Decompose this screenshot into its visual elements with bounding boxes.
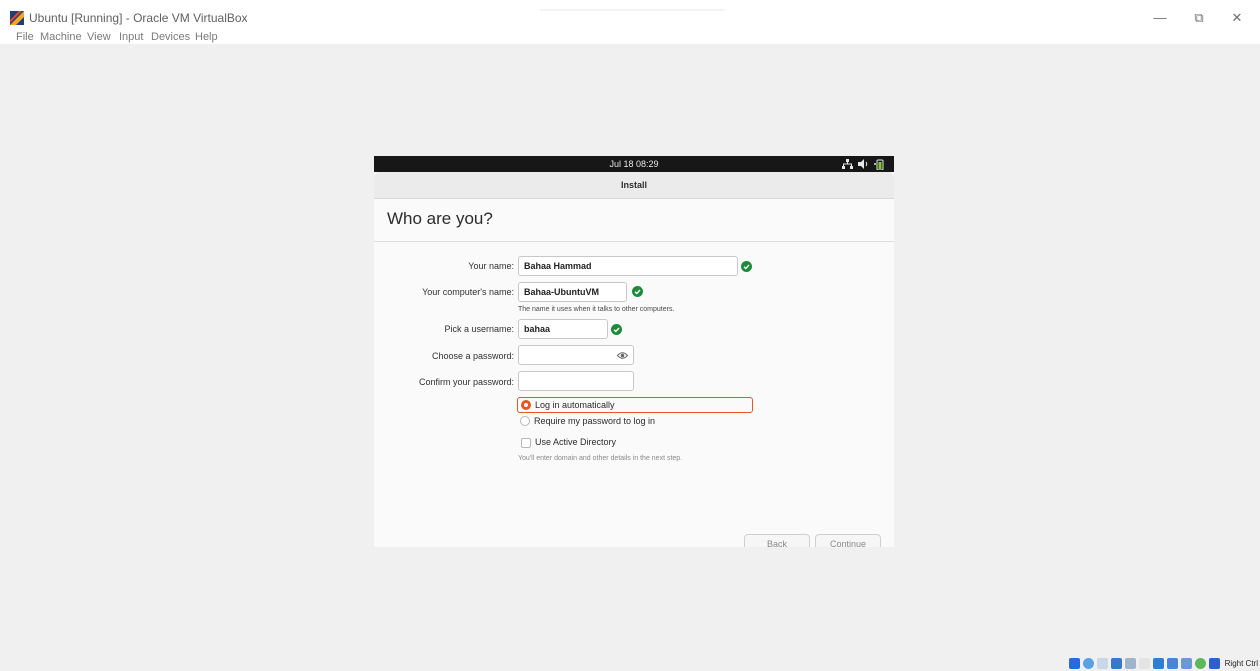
radio-selected-icon <box>521 400 531 410</box>
name-label: Your name: <box>468 261 514 271</box>
username-value: bahaa <box>524 324 551 334</box>
divider <box>374 241 894 242</box>
audio-icon[interactable] <box>1096 657 1108 669</box>
restore-button[interactable]: ⧉ <box>1189 8 1209 28</box>
recording-icon[interactable] <box>1166 657 1178 669</box>
menu-help[interactable]: Help <box>195 30 218 44</box>
computer-name-value: Bahaa-UbuntuVM <box>524 287 599 297</box>
valid-check-icon <box>632 286 643 297</box>
virtualbox-icon <box>10 11 24 25</box>
valid-check-icon <box>741 261 752 272</box>
login-require-label: Require my password to log in <box>534 416 656 426</box>
menu-input[interactable]: Input <box>119 30 143 44</box>
password-field[interactable] <box>518 345 634 365</box>
radio-unselected-icon <box>520 416 530 426</box>
password-label: Choose a password: <box>431 351 514 361</box>
menu-machine[interactable]: Machine <box>40 30 82 44</box>
show-password-icon[interactable] <box>617 350 628 361</box>
battery-icon <box>874 159 884 170</box>
username-field[interactable]: bahaa <box>518 319 608 339</box>
page-title: Who are you? <box>387 209 493 228</box>
window-titlebar: Ubuntu [Running] - Oracle VM VirtualBox … <box>0 0 1260 30</box>
confirm-password-field[interactable] <box>518 371 634 391</box>
system-tray[interactable] <box>842 158 884 170</box>
keyboard-capture-icon[interactable] <box>1208 657 1220 669</box>
login-auto-option[interactable]: Log in automatically <box>517 397 753 413</box>
usb-icon[interactable] <box>1124 657 1136 669</box>
computer-name-field[interactable]: Bahaa-UbuntuVM <box>518 282 627 302</box>
minimize-button[interactable]: — <box>1150 8 1170 28</box>
continue-button[interactable]: Continue <box>815 534 881 547</box>
guest-screen[interactable]: Jul 18 08:29 Install Who are you? Your n <box>374 156 894 547</box>
confirm-password-label: Confirm your password: <box>418 377 514 387</box>
close-button[interactable]: ✕ <box>1227 8 1247 28</box>
computer-name-hint: The name it uses when it talks to other … <box>518 306 675 313</box>
clock[interactable]: Jul 18 08:29 <box>374 156 894 172</box>
network-icon <box>842 159 853 169</box>
name-field[interactable]: Bahaa Hammad <box>518 256 738 276</box>
gnome-top-bar: Jul 18 08:29 <box>374 156 894 172</box>
mouse-integration-icon[interactable] <box>1194 657 1206 669</box>
display-icon[interactable] <box>1152 657 1164 669</box>
hard-disk-icon[interactable] <box>1068 657 1080 669</box>
menu-devices[interactable]: Devices <box>151 30 190 44</box>
window-title: Ubuntu [Running] - Oracle VM VirtualBox <box>29 11 248 25</box>
name-value: Bahaa Hammad <box>524 261 592 271</box>
active-directory-checkbox[interactable] <box>521 438 531 448</box>
menu-bar: File Machine View Input Devices Help <box>0 30 1260 44</box>
menu-file[interactable]: File <box>16 30 34 44</box>
active-directory-label[interactable]: Use Active Directory <box>535 437 616 447</box>
host-key-label: Right Ctrl <box>1224 658 1258 668</box>
valid-check-icon <box>611 324 622 335</box>
optical-drive-icon[interactable] <box>1082 657 1094 669</box>
computer-name-label: Your computer's name: <box>422 287 514 297</box>
cpu-icon[interactable] <box>1180 657 1192 669</box>
installer-title: Install <box>620 180 647 190</box>
installer-headerbar: Install <box>374 172 894 199</box>
username-label: Pick a username: <box>444 324 514 334</box>
login-auto-label: Log in automatically <box>535 400 615 410</box>
login-require-password-option[interactable]: Require my password to log in <box>517 414 753 428</box>
network-icon[interactable] <box>1110 657 1122 669</box>
title-decoration <box>540 9 725 11</box>
shared-folders-icon[interactable] <box>1138 657 1150 669</box>
active-directory-hint: You'll enter domain and other details in… <box>518 455 683 462</box>
volume-icon <box>858 159 868 169</box>
vm-status-bar: Right Ctrl <box>1068 656 1258 670</box>
menu-view[interactable]: View <box>87 30 111 44</box>
back-button[interactable]: Back <box>744 534 810 547</box>
